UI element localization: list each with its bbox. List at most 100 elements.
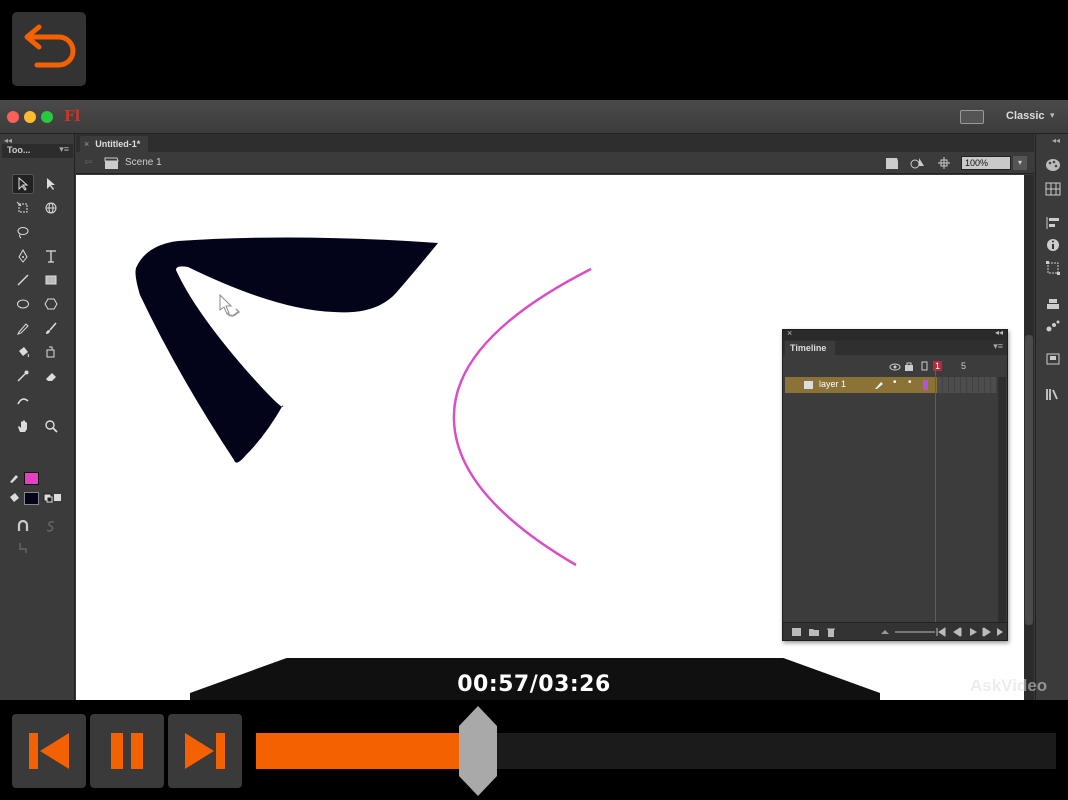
visibility-dot-icon[interactable]: • [893,377,897,388]
layer-name: layer 1 [819,379,847,389]
3d-rotation-tool[interactable] [40,198,62,218]
library-books-icon[interactable] [1045,387,1061,401]
frame-zoom-slider[interactable] [895,631,935,633]
rectangle-icon [45,275,57,285]
pen-nib-icon [18,249,28,263]
close-window-button[interactable] [7,111,19,123]
step-forward-icon[interactable] [981,626,993,638]
components-icon[interactable] [1045,352,1061,366]
selection-tool[interactable] [12,174,34,194]
stage-vertical-scrollbar[interactable] [1024,175,1034,700]
layer-icon [804,381,813,389]
trash-icon[interactable] [825,626,837,638]
skip-next-button[interactable] [168,714,242,788]
workspace-switcher[interactable]: Classic [1006,110,1045,122]
pause-button[interactable] [90,714,164,788]
timeline-scrollbar[interactable] [998,377,1006,622]
lasso-tool[interactable] [12,222,34,242]
line-tool[interactable] [12,270,34,290]
zoom-tool[interactable] [40,416,62,436]
new-layer-icon[interactable] [791,626,803,638]
center-stage-icon[interactable] [937,156,951,170]
eraser-tool[interactable] [40,366,62,386]
panel-menu-icon[interactable]: ▾≡ [993,341,1003,352]
snap-to-objects-button[interactable] [12,516,34,536]
polystar-tool[interactable] [40,294,62,314]
lock-dot-icon[interactable]: • [908,377,912,388]
undo-arrow-icon [24,24,76,68]
close-tab-icon[interactable]: × [84,139,89,149]
edit-symbols-icon[interactable] [910,156,928,170]
go-to-last-frame-icon[interactable] [995,626,1005,638]
zoom-dropdown-icon[interactable]: ▾ [1013,156,1027,170]
timeline-header: 1 5 [783,357,1007,377]
play-icon[interactable] [967,626,979,638]
maximize-window-button[interactable] [41,111,53,123]
smooth-button[interactable] [40,516,62,536]
layer-color-icon[interactable] [923,380,928,390]
fill-color-control[interactable] [3,488,25,508]
camera-icon[interactable] [879,626,891,638]
edit-bar: ⇦ Scene 1 100% ▾ [76,152,1034,174]
filled-brush-shape[interactable] [135,237,439,463]
line-icon [17,274,29,286]
brush-tool[interactable] [40,318,62,338]
align-icon[interactable] [1045,216,1061,230]
outline-icon[interactable] [921,361,929,371]
mouse-cursor-icon [219,293,241,317]
timeline-tab[interactable]: Timeline [785,341,835,355]
frame-number-5[interactable]: 5 [961,361,966,371]
magnet-icon [17,519,29,531]
new-folder-icon[interactable] [808,626,820,638]
pen-tool[interactable] [12,246,34,266]
ink-bottle-tool[interactable] [40,342,62,362]
expand-panels-icon[interactable]: ◂◂ [1052,136,1060,145]
pencil-icon [875,382,883,389]
swap-colors-button[interactable] [42,488,64,508]
swatches-grid-icon[interactable] [1045,182,1061,196]
workspace-caret-icon[interactable]: ▾ [1050,110,1055,121]
subselection-tool[interactable] [40,174,62,194]
paint-bucket-icon [10,493,19,502]
back-button[interactable] [12,12,86,86]
skip-previous-button[interactable] [12,714,86,788]
oval-tool[interactable] [12,294,34,314]
minimize-window-button[interactable] [24,111,36,123]
back-arrow-icon[interactable]: ⇦ [84,157,92,168]
curved-pink-stroke[interactable] [452,267,592,567]
sync-settings-icon[interactable] [960,110,984,124]
scrubber-handle[interactable] [459,706,497,796]
go-to-first-frame-icon[interactable] [935,626,947,638]
hand-tool[interactable] [12,416,34,436]
zoom-field[interactable]: 100% [961,156,1011,170]
show-hide-eye-icon[interactable] [889,362,901,372]
document-tab[interactable]: × Untitled-1* [80,136,149,152]
timeline-panel: × ◂◂ Timeline ▾≡ 1 5 layer 1 • • [782,328,1008,641]
close-panel-icon[interactable]: × [787,328,792,338]
library-stack-icon[interactable] [1045,296,1061,310]
color-palette-icon[interactable] [1045,158,1061,172]
text-tool[interactable] [40,246,62,266]
transform-icon[interactable] [1045,261,1061,275]
stroke-color-control[interactable] [3,468,25,488]
playhead[interactable] [935,368,936,622]
paint-bucket-tool[interactable] [12,342,34,362]
stroke-color-swatch[interactable] [24,472,39,485]
skip-next-icon [185,733,225,769]
skip-previous-icon [29,733,69,769]
free-transform-tool[interactable] [12,198,34,218]
rectangle-tool[interactable] [40,270,62,290]
collapse-panel-icon[interactable]: ◂◂ [995,328,1003,337]
width-tool[interactable] [12,390,34,410]
pencil-tool[interactable] [12,318,34,338]
motion-presets-icon[interactable] [1045,319,1061,333]
lock-icon[interactable] [904,361,914,371]
frame-cells[interactable] [937,377,997,393]
edit-scene-icon[interactable] [885,156,903,170]
tools-panel: ◂◂ Too... ▾≡ [0,134,75,700]
fill-color-swatch[interactable] [24,492,39,505]
eyedropper-tool[interactable] [12,366,34,386]
info-icon[interactable] [1045,238,1061,252]
step-back-icon[interactable] [951,626,963,638]
straighten-button[interactable] [12,538,34,558]
